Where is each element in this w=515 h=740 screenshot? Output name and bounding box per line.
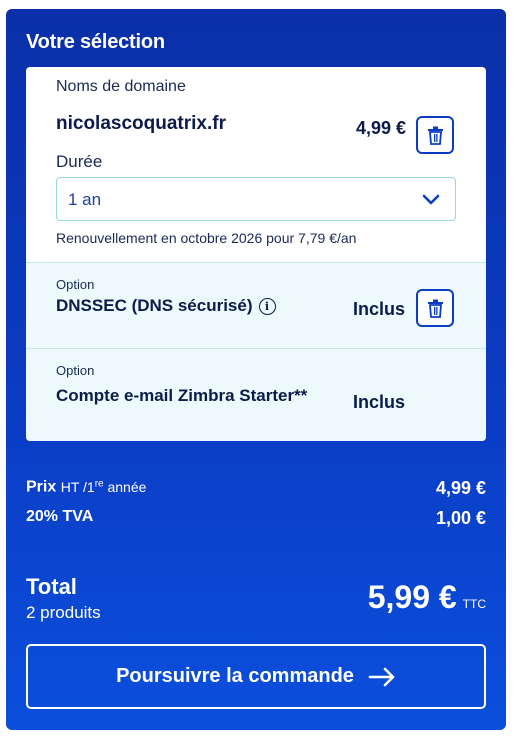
option-label: Option — [56, 277, 95, 292]
option-zimbra: Option Compte e-mail Zimbra Starter** In… — [26, 348, 486, 441]
domain-name: nicolascoquatrix.fr — [56, 113, 226, 134]
arrow-right-icon — [368, 667, 395, 686]
trash-icon — [427, 126, 443, 145]
selection-panel: Votre sélection Noms de domaine nicolasc… — [6, 9, 506, 730]
total-value: 5,99 € TTC — [368, 579, 486, 616]
duration-label: Durée — [56, 152, 103, 171]
option-status: Inclus — [353, 299, 406, 319]
product-count: 2 produits — [26, 603, 101, 622]
delete-option-button[interactable] — [416, 289, 454, 327]
duration-select[interactable]: 1 an — [56, 177, 456, 221]
tva-row: 20% TVA 1,00 € — [26, 508, 486, 528]
domain-section-label: Noms de domaine — [56, 78, 186, 95]
price-ht-year: année — [103, 478, 147, 495]
price-ht-text: HT /1 — [60, 478, 95, 495]
duration-value: 1 an — [68, 190, 102, 209]
tva-value: 1,00 € — [435, 508, 486, 528]
price-ht-value: 4,99 € — [435, 478, 486, 498]
renewal-text: Renouvellement en octobre 2026 pour 7,79… — [56, 230, 357, 246]
price-ht-sup: re — [94, 478, 104, 489]
option-dnssec: Option DNSSEC (DNS sécurisé) i Inclus — [26, 262, 486, 348]
option-name: Compte e-mail Zimbra Starter** — [56, 386, 308, 405]
price-ht-suffix: HT /1re année — [60, 478, 147, 495]
price-ht-row: Prix HT /1re année 4,99 € — [26, 478, 486, 498]
domain-section: Noms de domaine nicolascoquatrix.fr 4,99… — [26, 67, 486, 262]
tva-label: 20% TVA — [26, 508, 94, 525]
trash-icon — [427, 299, 443, 318]
option-status: Inclus — [353, 392, 406, 412]
domain-price: 4,99 € — [355, 118, 406, 138]
option-label: Option — [56, 363, 95, 378]
info-icon[interactable]: i — [258, 297, 276, 315]
continue-order-label: Poursuivre la commande — [116, 665, 354, 687]
total-amount: 5,99 € — [367, 579, 457, 615]
price-label: Prix — [26, 478, 57, 496]
total-ttc: TTC — [462, 597, 486, 611]
option-name: DNSSEC (DNS sécurisé) i — [56, 296, 276, 316]
panel-title: Votre sélection — [26, 31, 165, 53]
total-label: Total — [26, 574, 77, 599]
selection-card: Noms de domaine nicolascoquatrix.fr 4,99… — [26, 67, 486, 441]
option-name-text: DNSSEC (DNS sécurisé) — [56, 296, 253, 315]
delete-domain-button[interactable] — [416, 116, 454, 154]
continue-order-button[interactable]: Poursuivre la commande — [26, 644, 486, 709]
chevron-down-icon — [422, 194, 440, 205]
